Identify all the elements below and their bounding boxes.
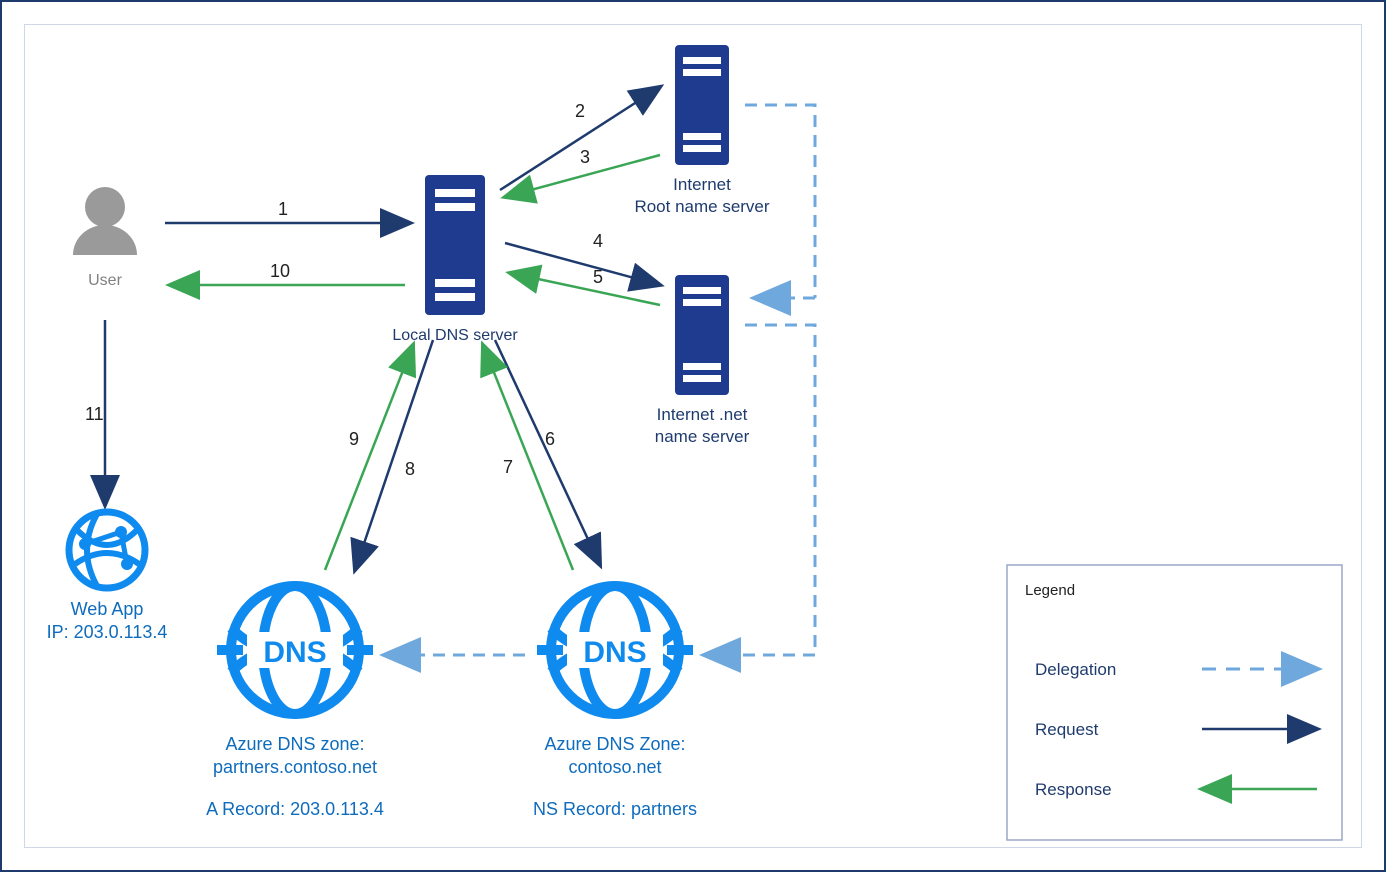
dns-contoso-record: NS Record: partners — [533, 799, 697, 819]
user-label: User — [88, 272, 122, 289]
dns-partners-node: Azure DNS zone: partners.contoso.net A R… — [206, 586, 384, 819]
step-1: 1 — [278, 199, 288, 219]
webapp-node: Web App IP: 203.0.113.4 — [47, 512, 168, 642]
webapp-label-2: IP: 203.0.113.4 — [47, 622, 168, 642]
arrow-6 — [495, 340, 600, 565]
dns-partners-record: A Record: 203.0.113.4 — [206, 799, 384, 819]
arrow-4 — [505, 243, 660, 285]
step-2: 2 — [575, 101, 585, 121]
webapp-label-1: Web App — [71, 599, 144, 619]
net-label-2: name server — [655, 427, 750, 446]
step-6: 6 — [545, 429, 555, 449]
flow-arrows: 1 10 2 3 4 5 6 — [85, 87, 660, 570]
dns-partners-label-2: partners.contoso.net — [213, 757, 377, 777]
arrow-9 — [325, 345, 413, 570]
server-icon — [675, 275, 729, 395]
dns-icon — [217, 586, 373, 714]
root-server-node: Internet Root name server — [634, 45, 769, 216]
step-8: 8 — [405, 459, 415, 479]
root-label-1: Internet — [673, 175, 731, 194]
globe-icon — [69, 512, 145, 588]
server-icon — [425, 175, 485, 315]
diagram-outer-frame: DNS — [0, 0, 1386, 872]
step-9: 9 — [349, 429, 359, 449]
legend-request-label: Request — [1035, 720, 1099, 739]
dns-contoso-label-1: Azure DNS Zone: — [544, 734, 685, 754]
step-5: 5 — [593, 267, 603, 287]
user-node: User — [73, 187, 137, 289]
dns-partners-label-1: Azure DNS zone: — [225, 734, 364, 754]
step-7: 7 — [503, 457, 513, 477]
server-icon — [675, 45, 729, 165]
dns-contoso-node: Azure DNS Zone: contoso.net NS Record: p… — [533, 586, 697, 819]
diagram-canvas: DNS — [25, 25, 1365, 851]
root-label-2: Root name server — [634, 197, 769, 216]
net-server-node: Internet .net name server — [655, 275, 750, 446]
legend-response-label: Response — [1035, 780, 1112, 799]
step-3: 3 — [580, 147, 590, 167]
arrow-8 — [355, 340, 433, 570]
legend-delegation-label: Delegation — [1035, 660, 1116, 679]
step-11: 11 — [85, 404, 104, 424]
step-10: 10 — [270, 261, 290, 281]
dns-icon — [537, 586, 693, 714]
user-icon — [73, 187, 137, 255]
step-4: 4 — [593, 231, 603, 251]
local-dns-label: Local DNS server — [392, 327, 518, 344]
net-label-1: Internet .net — [657, 405, 748, 424]
legend-box: Legend Delegation Request Response — [1007, 565, 1342, 840]
dns-contoso-label-2: contoso.net — [568, 757, 661, 777]
legend-title: Legend — [1025, 582, 1075, 599]
arrow-7 — [483, 345, 573, 570]
local-dns-node: Local DNS server — [392, 175, 518, 344]
diagram-inner-frame: DNS — [24, 24, 1362, 848]
